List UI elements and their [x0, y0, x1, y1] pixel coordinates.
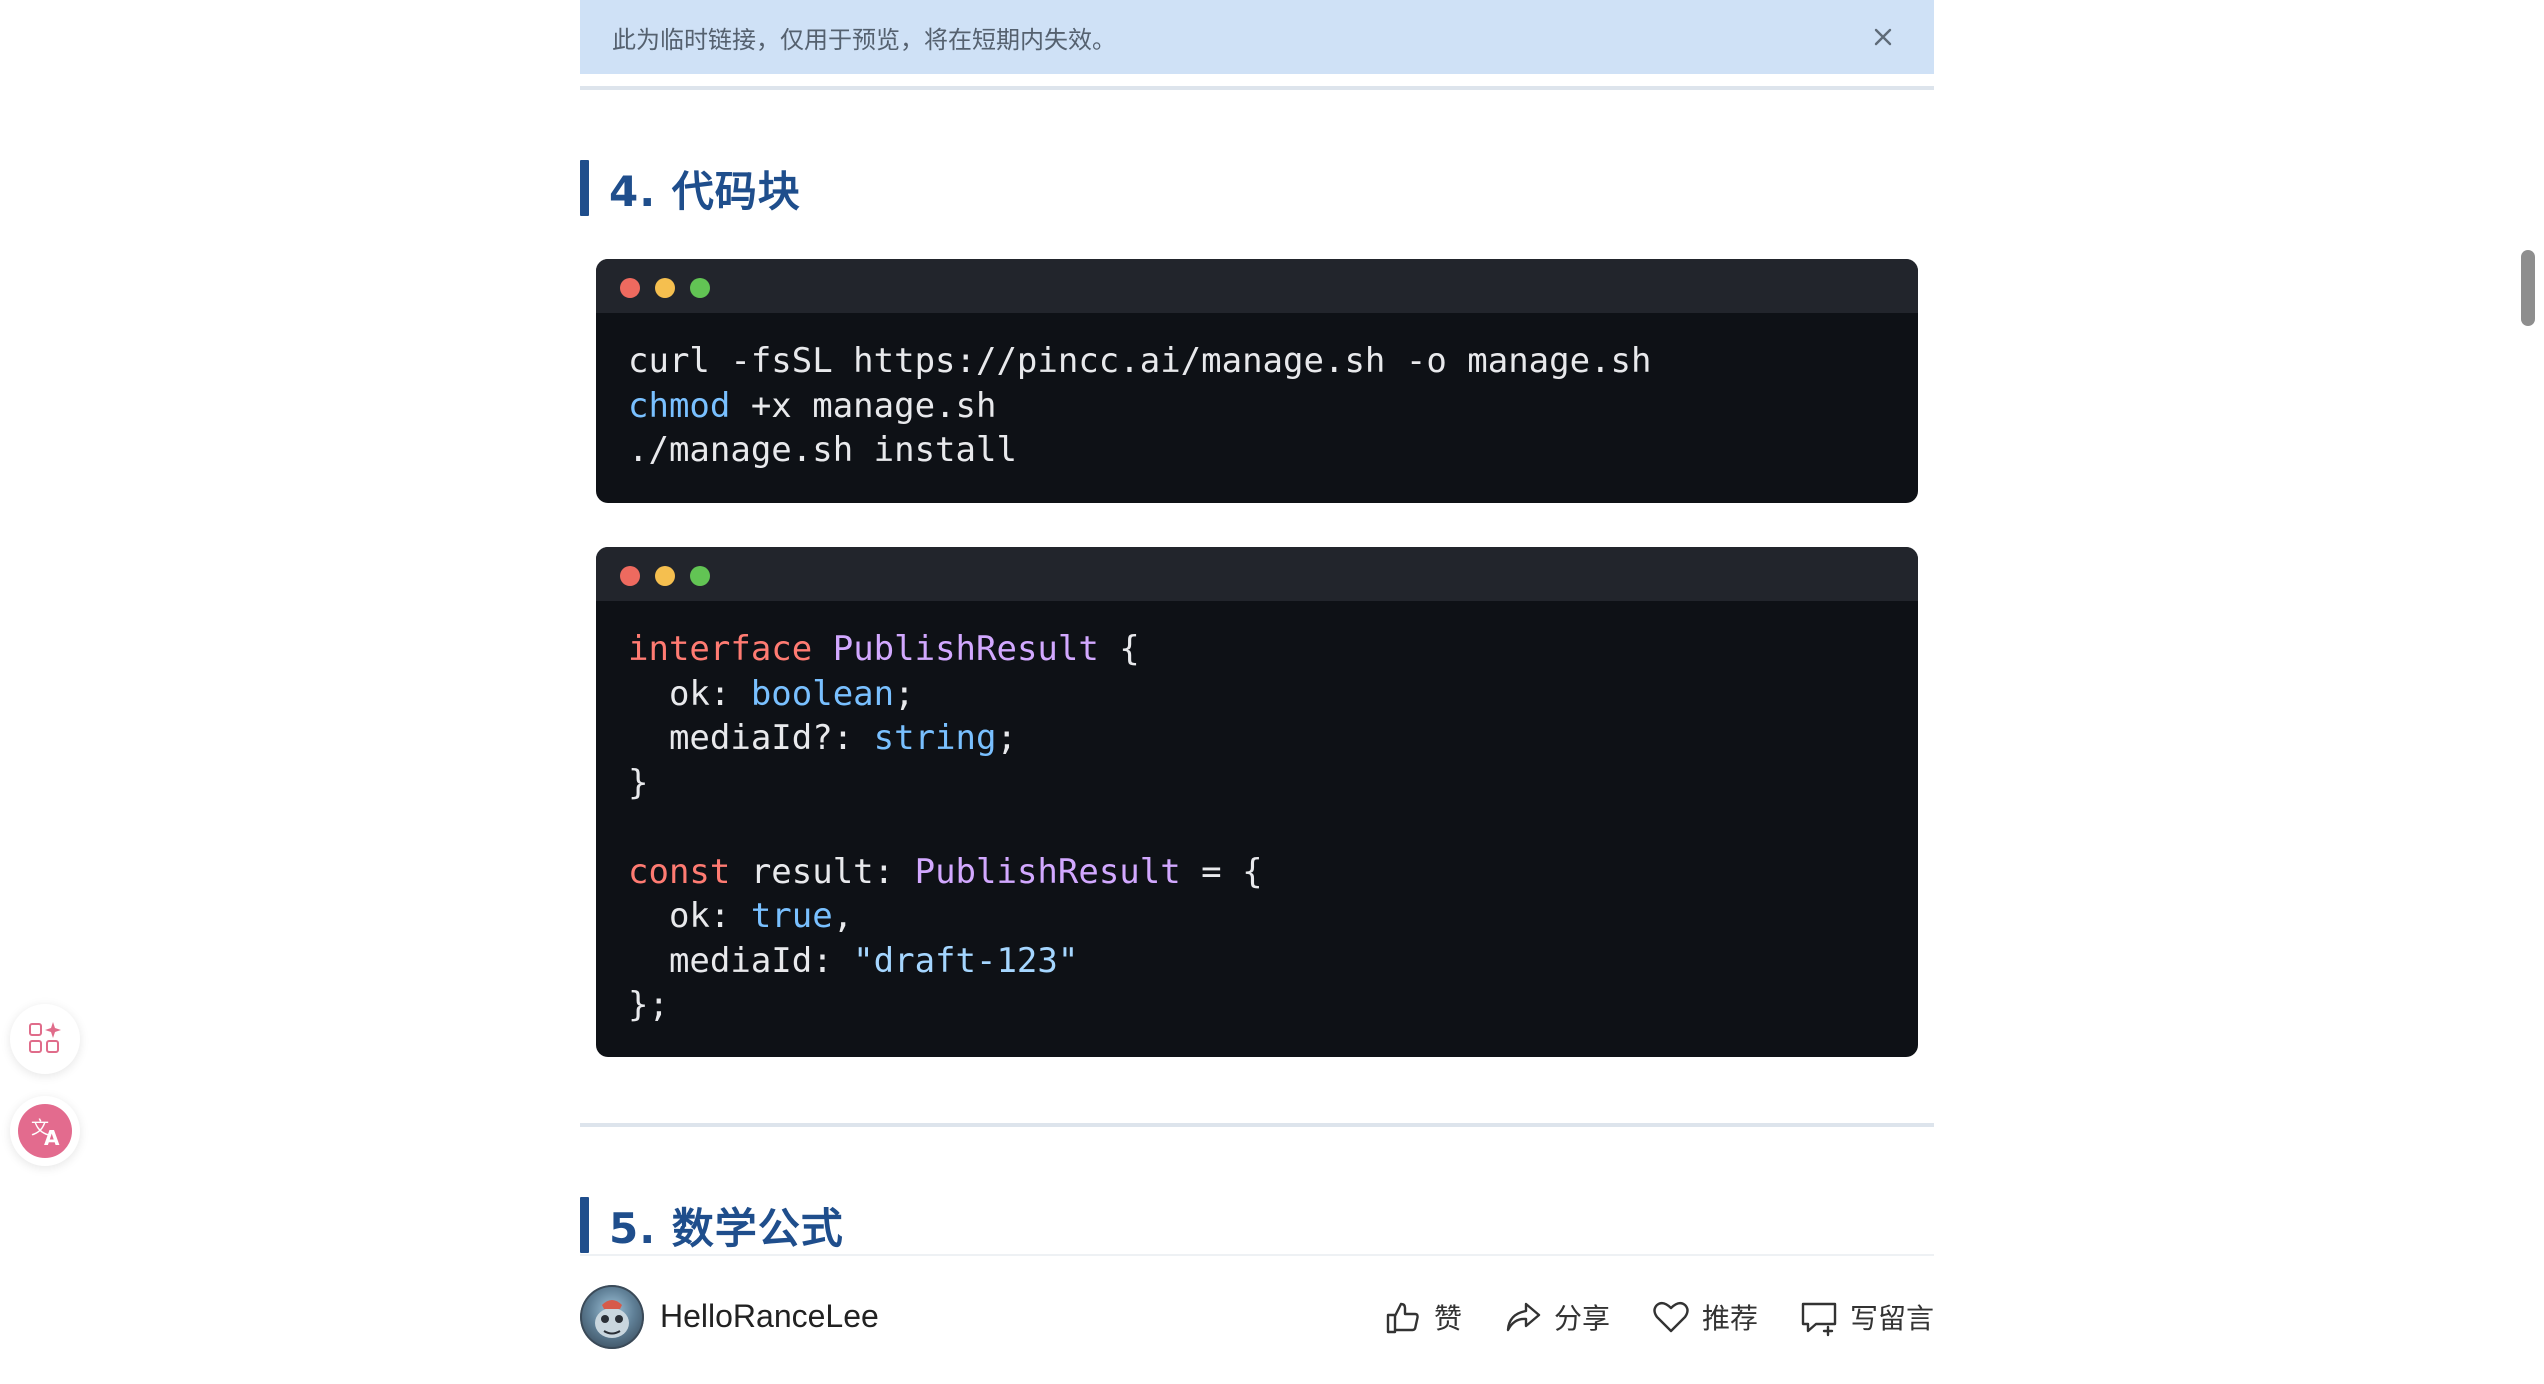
- article-footer: HelloRanceLee 赞 分享 推荐 写留言: [580, 1282, 1934, 1354]
- code-token: ./manage.sh install: [628, 430, 1017, 470]
- code-token: }: [628, 762, 649, 803]
- thumbs-up-icon: [1386, 1302, 1419, 1334]
- like-label: 赞: [1433, 1303, 1462, 1334]
- share-button[interactable]: 分享: [1502, 1296, 1610, 1338]
- window-dot-red: [620, 278, 640, 298]
- window-dot-yellow: [655, 278, 675, 298]
- heading-text: 5. 数学公式: [609, 1203, 844, 1253]
- footer-divider: [580, 1254, 1934, 1256]
- code-token: result:: [730, 851, 915, 892]
- code-block-titlebar: [596, 547, 1918, 601]
- code-token: {: [1098, 629, 1140, 669]
- comment-icon: [1801, 1302, 1837, 1337]
- author-name[interactable]: HelloRanceLee: [660, 1298, 879, 1335]
- code-line: }: [628, 761, 1886, 806]
- recommend-label: 推荐: [1701, 1303, 1758, 1334]
- sparkle-grid-icon: [29, 1022, 61, 1053]
- translate-icon: 文 A: [18, 1104, 72, 1158]
- code-token: ;: [996, 718, 1017, 758]
- code-token: "draft-123": [853, 940, 1079, 981]
- close-icon[interactable]: [1868, 22, 1898, 52]
- recommend-button[interactable]: 推荐: [1650, 1296, 1758, 1338]
- code-token: = {: [1180, 851, 1263, 892]
- avatar[interactable]: [580, 1285, 644, 1349]
- code-token: true: [750, 896, 833, 936]
- footer-actions: 赞 分享 推荐 写留言: [1342, 1296, 1934, 1338]
- preview-banner: 此为临时链接，仅用于预览，将在短期内失效。: [580, 0, 1934, 74]
- section-heading: 4. 代码块: [580, 160, 801, 216]
- share-label: 分享: [1553, 1303, 1610, 1334]
- code-token: const: [628, 851, 731, 892]
- code-line: curl -fsSL https://pincc.ai/manage.sh -o…: [628, 339, 1886, 384]
- code-token: PublishResult: [914, 851, 1181, 892]
- section-heading: 5. 数学公式: [580, 1197, 844, 1253]
- code-token: };: [628, 985, 669, 1025]
- code-token: curl -fsSL https://pincc.ai/manage.sh -o…: [628, 341, 1652, 381]
- code-token: ,: [832, 896, 854, 936]
- code-block: curl -fsSL https://pincc.ai/manage.sh -o…: [596, 259, 1918, 503]
- code-line: mediaId?: string;: [628, 716, 1886, 761]
- window-dot-yellow: [655, 566, 675, 586]
- code-token: interface: [628, 629, 813, 669]
- code-line: interface PublishResult {: [628, 627, 1886, 672]
- code-token: string: [873, 718, 997, 758]
- code-block: interface PublishResult { ok: boolean; m…: [596, 547, 1918, 1057]
- code-token: +x manage.sh: [730, 385, 997, 426]
- code-content[interactable]: interface PublishResult { ok: boolean; m…: [596, 601, 1918, 1028]
- window-dot-green: [690, 566, 710, 586]
- section-divider: [580, 86, 1934, 90]
- share-icon: [1506, 1302, 1541, 1332]
- translate-button[interactable]: 文 A: [10, 1096, 80, 1166]
- like-button[interactable]: 赞: [1382, 1296, 1462, 1338]
- code-token: ok:: [628, 673, 751, 714]
- window-dot-green: [690, 278, 710, 298]
- code-token: boolean: [750, 673, 895, 714]
- heart-icon: [1653, 1301, 1689, 1333]
- code-token: PublishResult: [832, 629, 1099, 669]
- code-line: };: [628, 983, 1886, 1028]
- code-content[interactable]: curl -fsSL https://pincc.ai/manage.sh -o…: [596, 313, 1918, 473]
- code-token: ok:: [628, 896, 751, 936]
- code-line: mediaId: "draft-123": [628, 939, 1886, 984]
- code-line: chmod +x manage.sh: [628, 384, 1886, 429]
- ai-tools-button[interactable]: [10, 1004, 80, 1074]
- banner-text: 此为临时链接，仅用于预览，将在短期内失效。: [612, 26, 1116, 54]
- code-token: chmod: [628, 385, 731, 426]
- heading-accent-bar: [580, 1197, 589, 1253]
- heading-accent-bar: [580, 160, 589, 216]
- svg-text:A: A: [44, 1126, 60, 1150]
- code-line: ./manage.sh install: [628, 428, 1886, 473]
- comment-button[interactable]: 写留言: [1798, 1296, 1934, 1338]
- code-token: mediaId:: [628, 940, 854, 981]
- code-line: ok: true,: [628, 894, 1886, 939]
- code-line: ok: boolean;: [628, 672, 1886, 717]
- scrollbar-thumb[interactable]: [2521, 250, 2535, 326]
- section-divider: [580, 1123, 1934, 1127]
- comment-label: 写留言: [1849, 1303, 1934, 1334]
- window-dot-red: [620, 566, 640, 586]
- code-line: const result: PublishResult = {: [628, 850, 1886, 895]
- code-token: mediaId?:: [628, 718, 874, 758]
- code-block-titlebar: [596, 259, 1918, 313]
- code-token: ;: [894, 673, 915, 714]
- heading-text: 4. 代码块: [609, 166, 801, 216]
